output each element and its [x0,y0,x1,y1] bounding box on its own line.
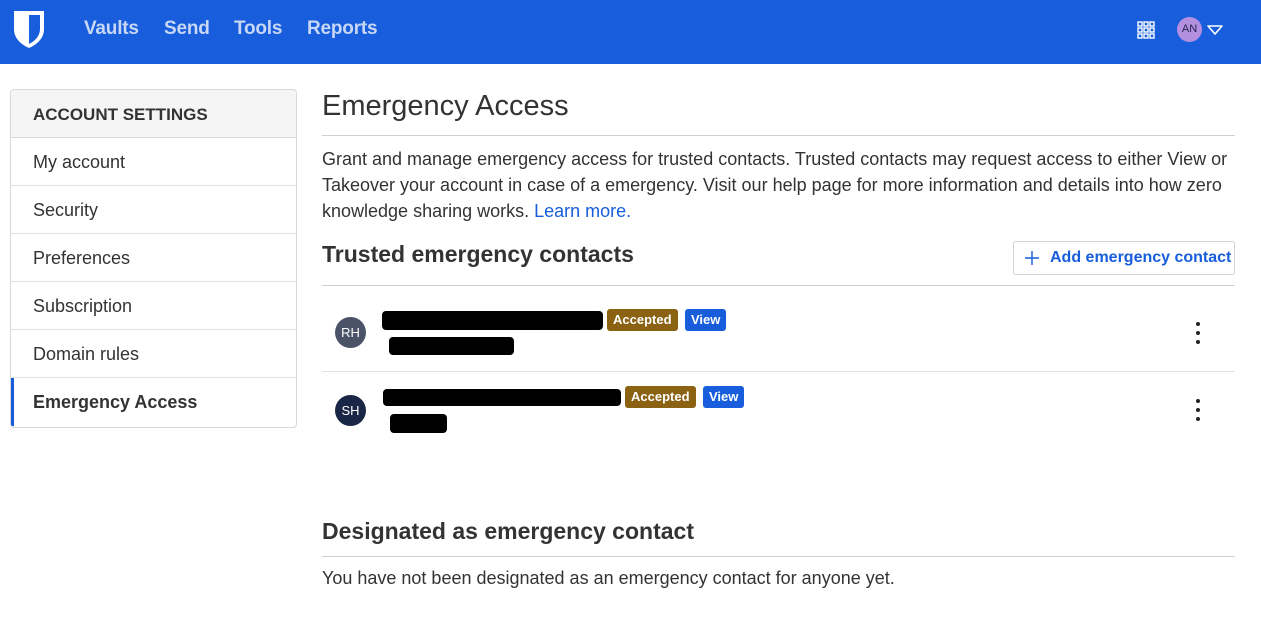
page-description: Grant and manage emergency access for tr… [322,146,1235,224]
sidebar-item-domain-rules[interactable]: Domain rules [11,330,296,378]
status-badge: Accepted [607,309,678,331]
sidebar-item-my-account[interactable]: My account [11,138,296,186]
designated-contact-title: Designated as emergency contact [322,518,694,544]
plus-icon [1025,251,1039,265]
top-navbar: Vaults Send Tools Reports AN [0,0,1261,64]
nav-reports[interactable]: Reports [307,18,378,40]
more-options-icon[interactable] [1190,397,1206,425]
access-type-badge: View [685,309,727,331]
contact-email-redacted [389,337,514,355]
divider [322,285,1235,286]
apps-grid-icon[interactable] [1137,21,1155,39]
page-title: Emergency Access [322,90,569,122]
sidebar-item-preferences[interactable]: Preferences [11,234,296,282]
bitwarden-shield-icon[interactable] [12,9,46,49]
user-avatar[interactable]: AN [1177,17,1202,42]
access-type-badge: View [703,386,745,408]
sidebar-item-subscription[interactable]: Subscription [11,282,296,330]
sidebar-item-emergency-access[interactable]: Emergency Access [11,378,296,426]
add-button-label: Add emergency contact [1050,249,1232,266]
contact-row: RH Accepted View [322,295,1235,372]
caret-down-icon[interactable] [1206,24,1224,36]
divider [322,556,1235,557]
divider [322,135,1235,136]
nav-send[interactable]: Send [164,18,210,40]
more-options-icon[interactable] [1190,320,1206,348]
nav-tools[interactable]: Tools [234,18,282,40]
description-text: Grant and manage emergency access for tr… [322,149,1228,221]
contact-name-redacted[interactable] [382,311,603,330]
trusted-contacts-title: Trusted emergency contacts [322,241,634,267]
sidebar-header: ACCOUNT SETTINGS [11,90,296,138]
account-settings-sidebar: ACCOUNT SETTINGS My account Security Pre… [10,89,297,428]
nav-vaults[interactable]: Vaults [84,18,139,40]
contact-email-redacted [390,414,447,433]
sidebar-item-security[interactable]: Security [11,186,296,234]
status-badge: Accepted [625,386,696,408]
contact-avatar: SH [335,395,366,426]
learn-more-link[interactable]: Learn more. [534,201,631,221]
contact-row: SH Accepted View [322,372,1235,449]
contact-name-redacted[interactable] [383,389,621,406]
add-emergency-contact-button[interactable]: Add emergency contact [1013,241,1235,275]
contact-avatar: RH [335,317,366,348]
empty-state-message: You have not been designated as an emerg… [322,568,895,588]
